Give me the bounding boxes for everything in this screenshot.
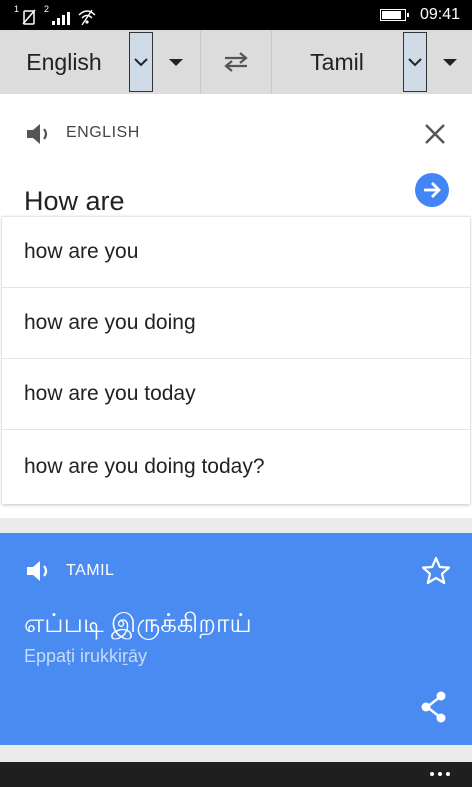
swap-arrows-icon	[224, 52, 248, 72]
source-caret-button[interactable]	[156, 30, 196, 94]
battery-icon	[379, 9, 409, 21]
source-language-selector[interactable]: English	[0, 30, 128, 94]
source-language-tag: ENGLISH	[66, 124, 140, 141]
sim1-number: 1	[14, 4, 20, 14]
share-icon[interactable]	[418, 690, 450, 724]
translated-text: எப்படி இருக்கிறாய்	[24, 608, 252, 638]
transliteration-text: Eppaṭi irukkiṟāy	[24, 646, 148, 666]
sim2-number: 2	[44, 4, 50, 14]
speaker-icon[interactable]	[24, 557, 54, 585]
arrow-right-circle-icon	[424, 182, 441, 198]
wifi-off-icon	[78, 9, 96, 25]
language-bar: English Tamil	[0, 30, 472, 94]
signal-strength-icon	[52, 9, 71, 25]
clock: 09:41	[419, 6, 460, 23]
close-icon[interactable]	[420, 119, 450, 149]
app-bar	[0, 762, 472, 787]
status-right: 09:41	[379, 0, 460, 30]
source-language-dropdown[interactable]	[129, 32, 153, 92]
speaker-icon[interactable]	[24, 120, 54, 148]
chevron-down-icon	[408, 58, 422, 67]
suggestion-item[interactable]: how are you today	[2, 359, 470, 430]
caret-down-icon	[169, 58, 183, 66]
status-icons: 1 2	[14, 5, 96, 25]
suggestion-item[interactable]: how are you doing today?	[2, 430, 470, 504]
translate-go-button[interactable]	[415, 173, 449, 207]
star-outline-icon[interactable]	[420, 555, 452, 587]
more-dots-icon[interactable]	[430, 770, 454, 778]
suggestion-item[interactable]: how are you doing	[2, 288, 470, 359]
chevron-down-icon	[134, 58, 148, 67]
target-language-selector[interactable]: Tamil	[272, 30, 402, 94]
no-sim-icon	[22, 9, 36, 25]
target-language-label: Tamil	[310, 48, 364, 75]
caret-down-icon	[443, 58, 457, 66]
status-bar: 1 2 09:41	[0, 0, 472, 30]
target-language-tag: TAMIL	[66, 562, 115, 579]
source-text-input[interactable]: How are	[24, 186, 125, 217]
suggestion-list: how are you how are you doing how are yo…	[2, 216, 470, 504]
source-language-label: English	[26, 48, 102, 75]
swap-languages-button[interactable]	[201, 30, 271, 94]
target-caret-button[interactable]	[430, 30, 470, 94]
target-language-dropdown[interactable]	[403, 32, 427, 92]
suggestion-item[interactable]: how are you	[2, 217, 470, 288]
